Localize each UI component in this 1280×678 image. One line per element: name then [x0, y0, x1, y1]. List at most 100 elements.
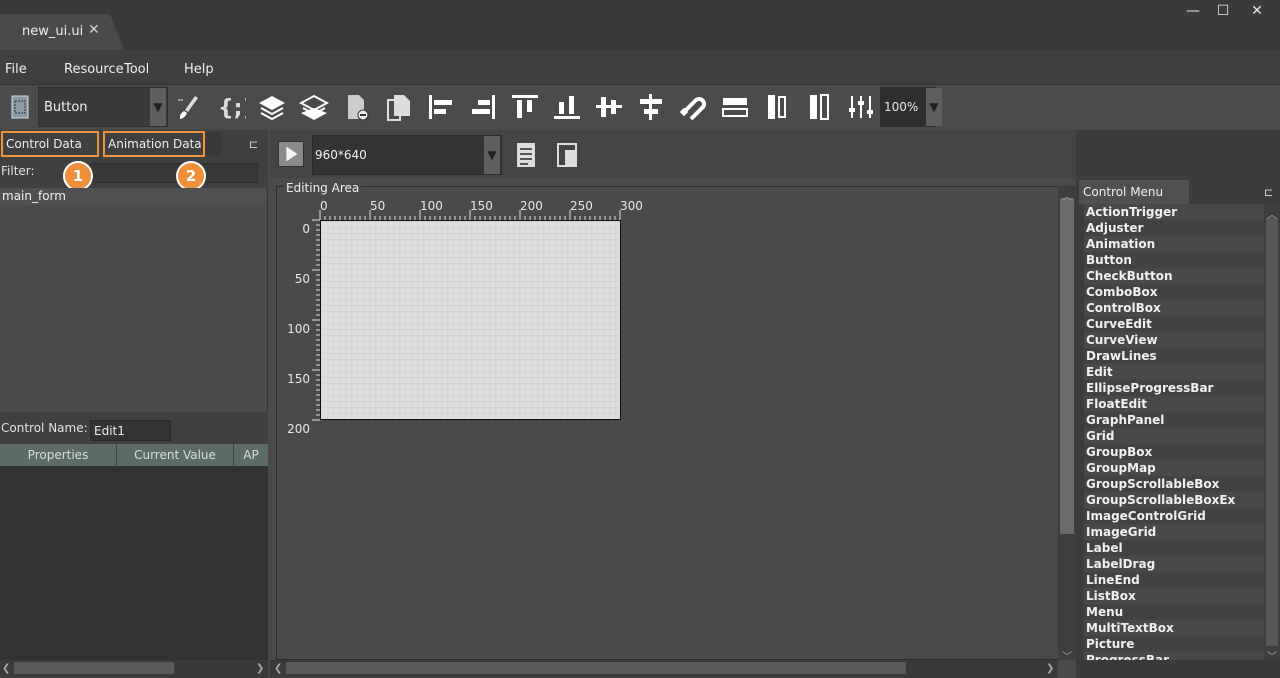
chevron-down-icon[interactable]: ▼ — [484, 136, 500, 174]
tab-close-icon[interactable]: ✕ — [88, 22, 100, 38]
control-name-input[interactable]: Edit1 — [90, 420, 171, 441]
menu-file[interactable]: File — [5, 62, 27, 77]
callout-badge-1: 1 — [63, 161, 93, 191]
scrollbar-thumb[interactable] — [1060, 198, 1074, 534]
control-menu-item[interactable]: GroupBox — [1084, 444, 1264, 460]
scroll-up-icon[interactable]: ︿ — [1267, 206, 1277, 221]
tab-control-data[interactable]: Control Data — [1, 131, 99, 157]
maximize-button[interactable]: ☐ — [1208, 0, 1238, 22]
column-header-properties[interactable]: Properties — [0, 444, 117, 466]
control-menu-item[interactable]: Button — [1084, 252, 1264, 268]
column-header-current-value[interactable]: Current Value — [117, 444, 234, 466]
control-menu-item[interactable]: DrawLines — [1084, 348, 1264, 364]
design-canvas[interactable] — [320, 220, 621, 420]
magnet-icon[interactable] — [677, 91, 709, 123]
control-menu-item[interactable]: ComboBox — [1084, 284, 1264, 300]
zoom-value: 100% — [884, 100, 919, 114]
brush-icon[interactable] — [172, 91, 204, 123]
tab-bar-filler — [206, 132, 222, 156]
tree-item-main-form[interactable]: main_form — [0, 188, 266, 205]
document-list-icon[interactable] — [510, 139, 542, 171]
control-menu-item[interactable]: FloatEdit — [1084, 396, 1264, 412]
control-menu-item[interactable]: Picture — [1084, 636, 1264, 652]
svg-text:{;}: {;} — [218, 96, 246, 121]
menu-resource[interactable]: Resource — [64, 62, 124, 77]
control-menu-item[interactable]: ImageControlGrid — [1084, 508, 1264, 524]
align-vcenter-icon[interactable] — [635, 91, 667, 123]
control-menu-item[interactable]: GroupScrollableBoxEx — [1084, 492, 1264, 508]
close-window-button[interactable]: ✕ — [1242, 0, 1272, 22]
control-menu-item[interactable]: ActionTrigger — [1084, 204, 1264, 220]
control-menu-item[interactable]: GroupScrollableBox — [1084, 476, 1264, 492]
control-menu-item[interactable]: ProgressBar — [1084, 652, 1264, 660]
ruler-y-150: 150 — [287, 372, 310, 386]
control-menu-item[interactable]: LineEnd — [1084, 572, 1264, 588]
chevron-down-icon[interactable]: ▼ — [150, 88, 166, 126]
layer-up-icon[interactable] — [256, 91, 288, 123]
menu-tool[interactable]: Tool — [124, 62, 149, 77]
tab-control-menu[interactable]: Control Menu — [1079, 180, 1189, 204]
control-menu-item[interactable]: GraphPanel — [1084, 412, 1264, 428]
same-size-icon[interactable] — [803, 91, 835, 123]
pin-icon[interactable]: ⊏ — [1264, 186, 1278, 199]
scrollbar-thumb[interactable] — [14, 662, 174, 674]
script-braces-icon[interactable]: {;} — [215, 91, 247, 123]
control-menu-item[interactable]: Grid — [1084, 428, 1264, 444]
control-menu-item[interactable]: CurveView — [1084, 332, 1264, 348]
filter-label: Filter: — [1, 164, 35, 178]
properties-sliders-icon[interactable] — [845, 91, 877, 123]
scroll-right-icon[interactable]: ❯ — [256, 663, 264, 674]
play-button[interactable] — [278, 141, 304, 167]
scroll-left-icon[interactable]: ❮ — [2, 663, 10, 674]
ruler-x-50: 50 — [370, 199, 385, 213]
scroll-left-icon[interactable]: ❮ — [274, 663, 282, 674]
menu-help[interactable]: Help — [184, 62, 214, 77]
form-icon[interactable] — [4, 91, 36, 123]
control-menu-item[interactable]: Edit — [1084, 364, 1264, 380]
document-tab-title: new_ui.ui — [22, 24, 84, 39]
column-header-ap[interactable]: AP — [234, 444, 268, 466]
control-menu-item[interactable]: Adjuster — [1084, 220, 1264, 236]
scrollbar-thumb[interactable] — [286, 662, 906, 674]
scrollbar-thumb[interactable] — [1266, 218, 1278, 646]
align-bottom-icon[interactable] — [551, 91, 583, 123]
control-menu-item[interactable]: ControlBox — [1084, 300, 1264, 316]
scroll-down-icon[interactable]: ﹀ — [1062, 648, 1072, 663]
layer-down-icon[interactable] — [298, 91, 330, 123]
ruler-x-0: 0 — [320, 199, 328, 213]
control-menu-item[interactable]: Label — [1084, 540, 1264, 556]
control-menu-item[interactable]: EllipseProgressBar — [1084, 380, 1264, 396]
resize-frame-icon[interactable] — [552, 139, 584, 171]
play-icon — [286, 146, 298, 162]
ruler-x-100: 100 — [420, 199, 443, 213]
scroll-right-icon[interactable]: ❯ — [1046, 663, 1054, 674]
chevron-down-icon[interactable]: ▼ — [926, 88, 942, 126]
pin-icon[interactable]: ⊏ — [249, 138, 263, 151]
title-bar — [0, 0, 1280, 50]
copy-doc-icon[interactable] — [383, 91, 415, 123]
delete-doc-icon[interactable] — [341, 91, 373, 123]
align-top-icon[interactable] — [509, 91, 541, 123]
callout-badge-2: 2 — [176, 161, 206, 191]
ruler-y-0: 0 — [302, 222, 310, 236]
ruler-y-50: 50 — [295, 272, 310, 286]
control-menu-item[interactable]: MultiTextBox — [1084, 620, 1264, 636]
scroll-up-icon[interactable]: ︿ — [1062, 188, 1072, 203]
tab-animation-data[interactable]: Animation Data — [103, 131, 205, 157]
align-hcenter-icon[interactable] — [593, 91, 625, 123]
control-menu-item[interactable]: LabelDrag — [1084, 556, 1264, 572]
control-type-value: Button — [44, 100, 88, 115]
align-left-icon[interactable] — [425, 91, 457, 123]
same-height-icon[interactable] — [761, 91, 793, 123]
control-menu-item[interactable]: ListBox — [1084, 588, 1264, 604]
control-menu-item[interactable]: CurveEdit — [1084, 316, 1264, 332]
control-menu-item[interactable]: GroupMap — [1084, 460, 1264, 476]
align-right-icon[interactable] — [467, 91, 499, 123]
same-width-icon[interactable] — [719, 91, 751, 123]
control-menu-item[interactable]: ImageGrid — [1084, 524, 1264, 540]
minimize-button[interactable]: — — [1178, 0, 1208, 22]
control-menu-item[interactable]: Animation — [1084, 236, 1264, 252]
control-menu-item[interactable]: Menu — [1084, 604, 1264, 620]
control-menu-item[interactable]: CheckButton — [1084, 268, 1264, 284]
filter-input[interactable] — [90, 163, 258, 183]
